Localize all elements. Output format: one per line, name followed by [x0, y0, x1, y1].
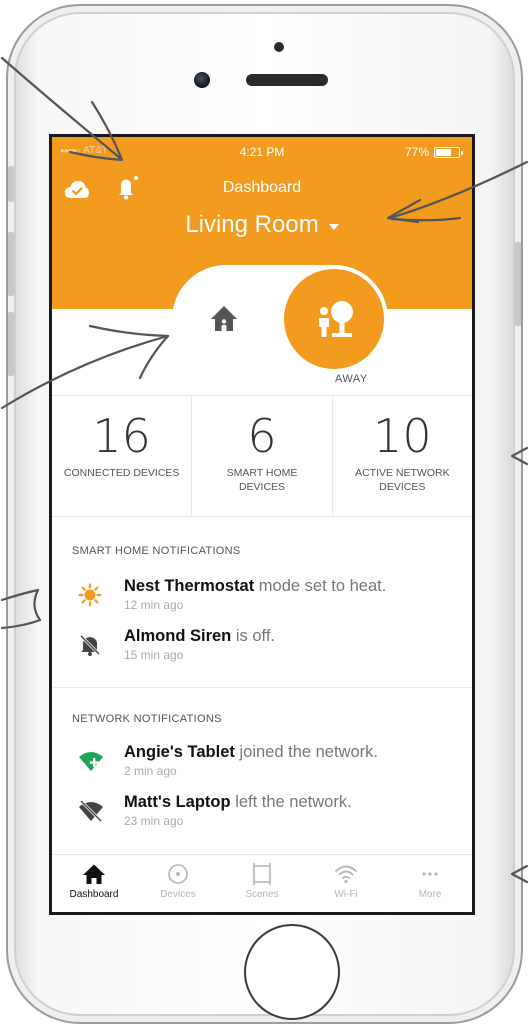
arrow-tabbar-right: [510, 864, 529, 884]
arrow-top-left: [0, 56, 124, 162]
arrow-mid-left: [0, 324, 170, 410]
arrow-notifications-left: [0, 588, 42, 630]
annotation-arrows: [0, 56, 529, 884]
arrow-stats-right: [510, 446, 529, 466]
arrow-top-right: [386, 160, 529, 224]
